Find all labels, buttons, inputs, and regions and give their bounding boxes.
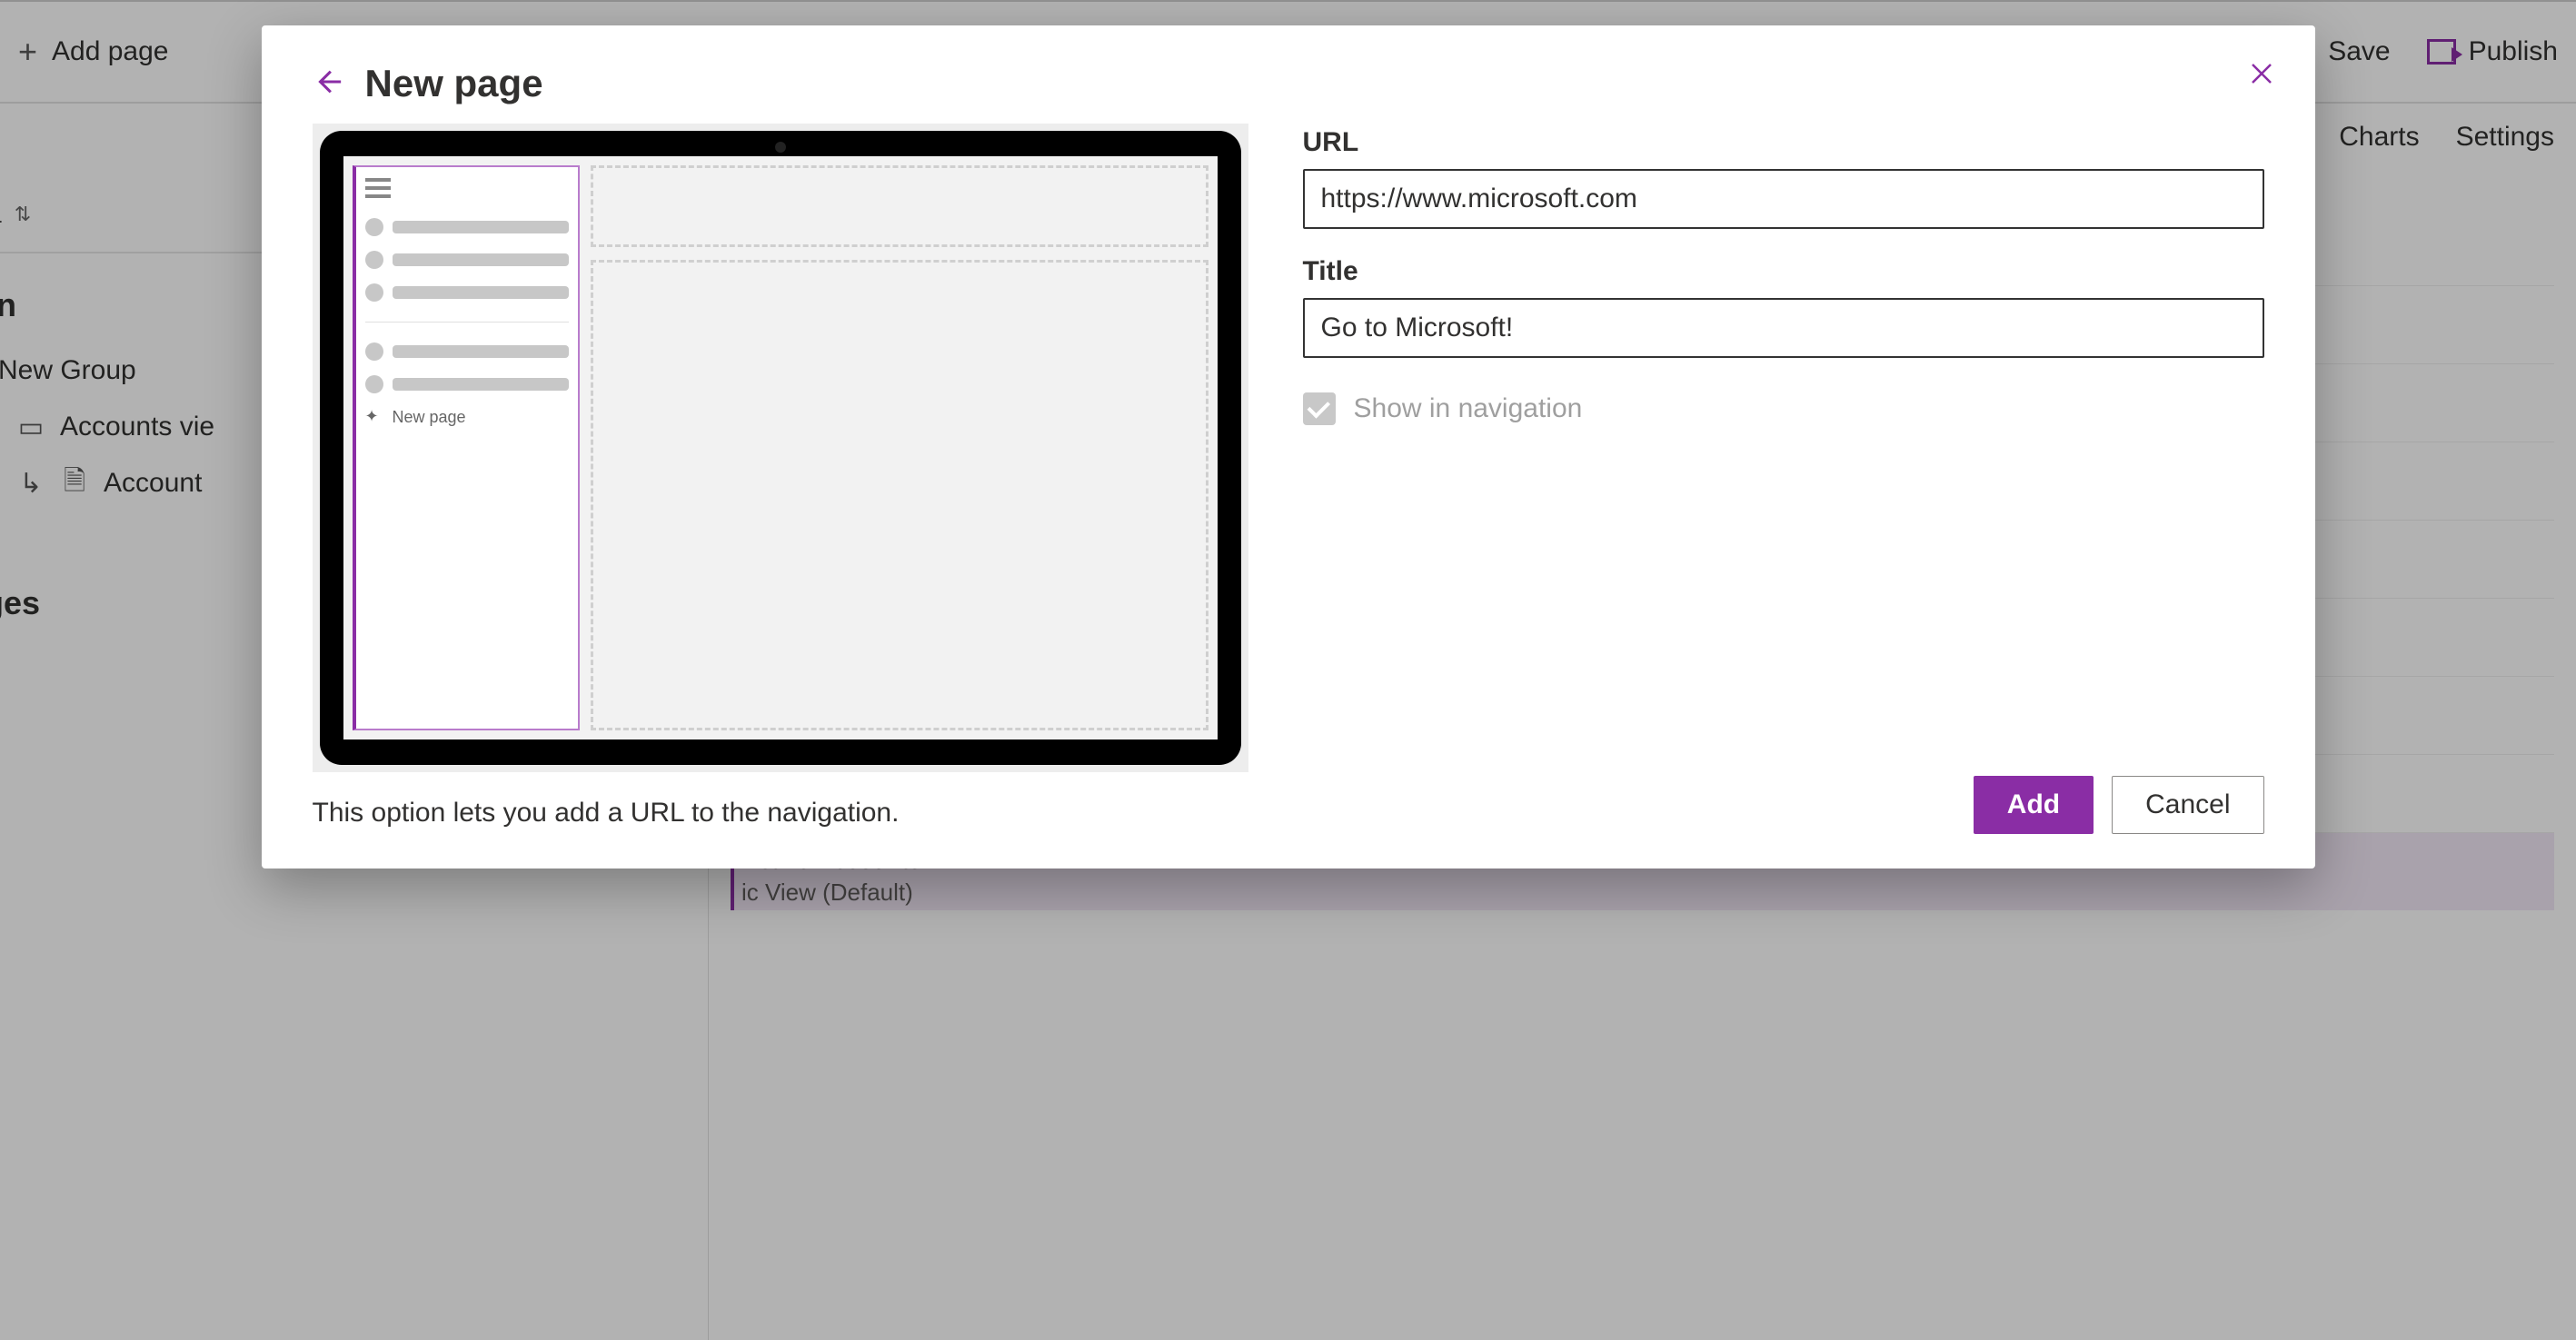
preview-new-page-label: New page <box>393 408 466 427</box>
url-input[interactable] <box>1303 169 2264 229</box>
show-in-nav-label: Show in navigation <box>1354 393 1583 424</box>
cancel-button[interactable]: Cancel <box>2112 776 2263 834</box>
sparkle-icon <box>365 409 383 427</box>
add-button[interactable]: Add <box>1974 776 2094 834</box>
preview-image: New page <box>313 124 1248 772</box>
title-label: Title <box>1303 256 2264 287</box>
preview-new-page-row: New page <box>365 408 569 427</box>
modal-title: New page <box>365 62 543 105</box>
title-input[interactable] <box>1303 298 2264 358</box>
url-label: URL <box>1303 127 2264 158</box>
show-in-nav-checkbox[interactable] <box>1303 392 1336 425</box>
modal-overlay: New page <box>0 0 2576 1340</box>
back-arrow-icon[interactable] <box>313 66 343 102</box>
modal-description: This option lets you add a URL to the na… <box>313 798 1248 829</box>
hamburger-icon <box>365 178 391 198</box>
new-page-modal: New page <box>262 25 2315 869</box>
close-icon[interactable] <box>2248 60 2275 92</box>
